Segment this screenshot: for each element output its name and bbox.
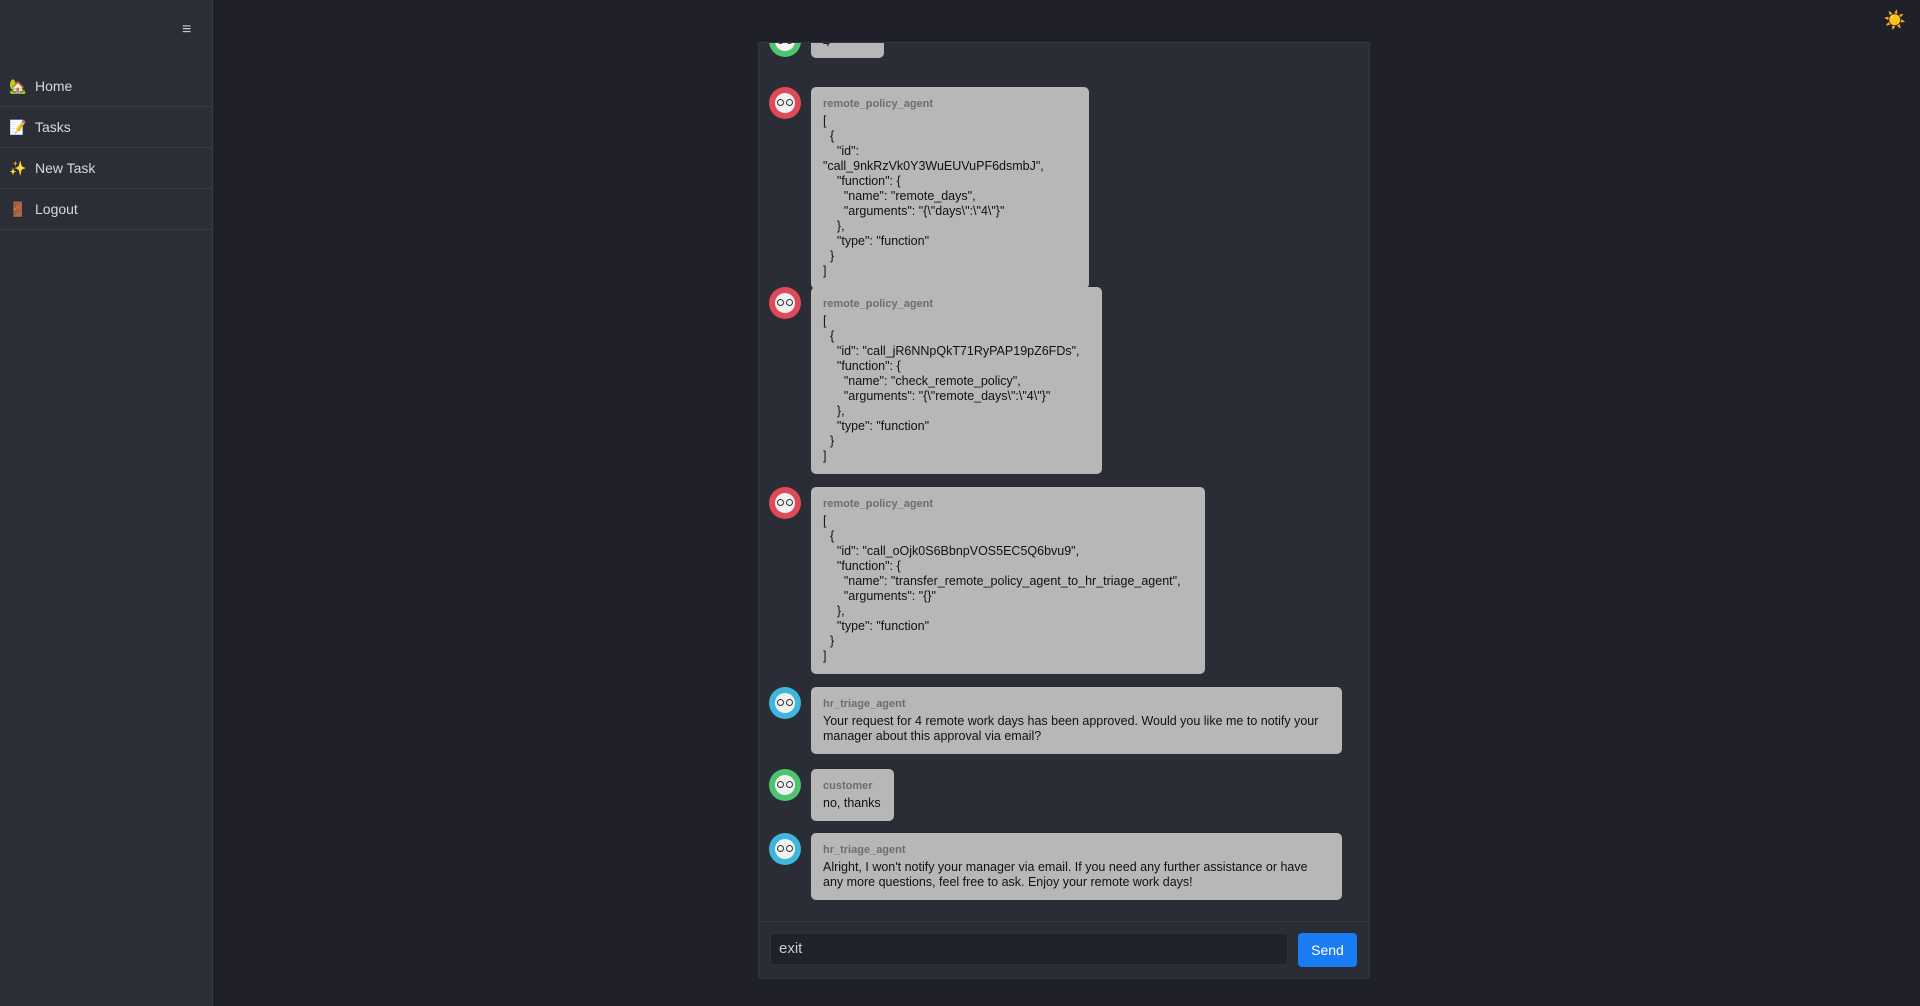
message-text: [ { "id": "call_jR6NNpQkT71RyPAP19pZ6FDs… <box>823 314 1080 463</box>
chat-panel: 4 remote_policy_agent [ { "id": "call_9n… <box>758 42 1370 979</box>
message-list[interactable]: 4 remote_policy_agent [ { "id": "call_9n… <box>759 43 1369 921</box>
avatar <box>769 87 801 119</box>
home-icon: 🏡 <box>9 77 27 94</box>
message-sender: customer <box>823 780 873 792</box>
message-sender: remote_policy_agent <box>823 98 934 110</box>
sidebar-item-label: Tasks <box>35 119 71 135</box>
message-text: 4 <box>823 43 872 50</box>
sidebar-nav: 🏡 Home 📝 Tasks ✨ New Task 🚪 Logout <box>0 66 212 230</box>
sidebar-item-tasks[interactable]: 📝 Tasks <box>0 107 212 148</box>
message-bubble: remote_policy_agent [ { "id": "call_jR6N… <box>811 287 1102 474</box>
sparkles-icon: ✨ <box>9 159 27 176</box>
message-composer: Send <box>759 921 1369 979</box>
message-text: [ { "id": "call_9nkRzVk0Y3WuEUVuPF6dsmbJ… <box>823 114 1044 278</box>
robot-face-icon <box>775 293 795 313</box>
robot-face-icon <box>775 839 795 859</box>
sidebar-item-home[interactable]: 🏡 Home <box>0 66 212 107</box>
sidebar-item-logout[interactable]: 🚪 Logout <box>0 189 212 230</box>
robot-face-icon <box>775 43 795 51</box>
avatar <box>769 287 801 319</box>
avatar <box>769 687 801 719</box>
avatar <box>769 43 801 57</box>
message-sender: hr_triage_agent <box>823 844 906 856</box>
hamburger-icon[interactable]: ≡ <box>182 22 196 38</box>
message-bubble: remote_policy_agent [ { "id": "call_oOjk… <box>811 487 1205 674</box>
message-sender: remote_policy_agent <box>823 498 934 510</box>
sidebar-item-label: Home <box>35 78 73 94</box>
sidebar-item-label: New Task <box>35 160 96 176</box>
sidebar-item-label: Logout <box>35 201 78 217</box>
message-bubble: remote_policy_agent [ { "id": "call_9nkR… <box>811 87 1089 289</box>
avatar <box>769 833 801 865</box>
message-text: Your request for 4 remote work days has … <box>823 714 1322 743</box>
robot-face-icon <box>775 93 795 113</box>
sidebar: ≡ 🏡 Home 📝 Tasks ✨ New Task 🚪 Logout <box>0 0 213 1006</box>
door-icon: 🚪 <box>9 200 27 217</box>
robot-face-icon <box>775 693 795 713</box>
message-sender: remote_policy_agent <box>823 298 934 310</box>
message-input[interactable] <box>770 933 1288 965</box>
message-text: no, thanks <box>823 796 881 810</box>
sidebar-item-new-task[interactable]: ✨ New Task <box>0 148 212 189</box>
robot-face-icon <box>775 493 795 513</box>
message-bubble: hr_triage_agent Alright, I won't notify … <box>811 833 1342 900</box>
memo-icon: 📝 <box>9 118 27 135</box>
message-bubble: customer no, thanks <box>811 769 894 821</box>
sun-icon[interactable]: ☀️ <box>1884 10 1906 31</box>
message-text: Alright, I won't notify your manager via… <box>823 860 1312 889</box>
robot-face-icon <box>775 775 795 795</box>
message-sender: hr_triage_agent <box>823 698 906 710</box>
message-text: [ { "id": "call_oOjk0S6BbnpVOS5EC5Q6bvu9… <box>823 514 1181 663</box>
message-bubble: 4 <box>811 43 884 58</box>
avatar <box>769 769 801 801</box>
message-bubble: hr_triage_agent Your request for 4 remot… <box>811 687 1342 754</box>
send-button[interactable]: Send <box>1298 933 1357 967</box>
avatar <box>769 487 801 519</box>
